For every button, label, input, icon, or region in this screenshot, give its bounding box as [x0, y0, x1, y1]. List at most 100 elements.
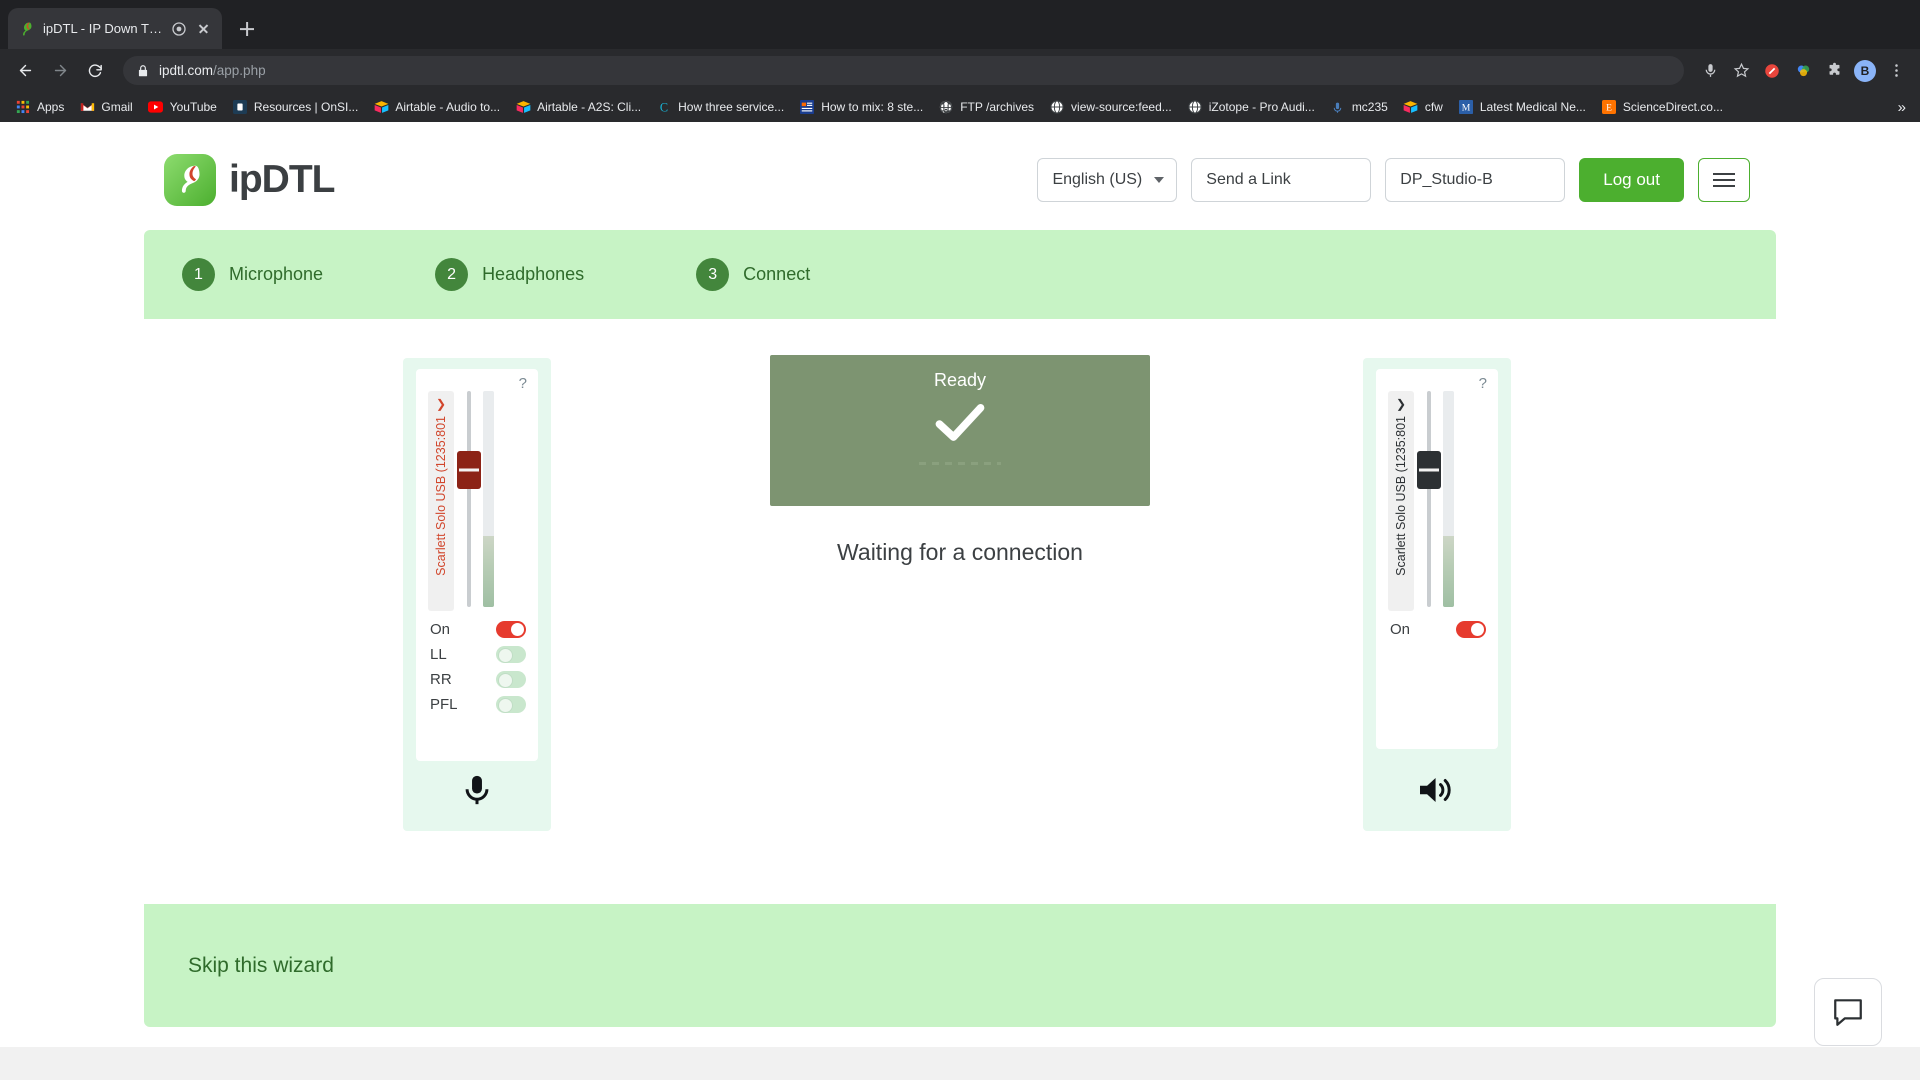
bookmark-airtable-a2s[interactable]: Airtable - A2S: Cli... [508, 96, 648, 118]
toggle-switch[interactable] [496, 621, 526, 638]
page-content: ipDTL English (US) Log out [144, 122, 1776, 1027]
connection-status-column: Ready Waiting for a connection [770, 355, 1150, 566]
toggle-switch[interactable] [496, 671, 526, 688]
profile-avatar[interactable]: B [1851, 57, 1879, 85]
reload-icon[interactable] [80, 55, 111, 86]
mic-toggle-pfl[interactable]: PFL [430, 692, 526, 717]
headphone-fader-track[interactable] [1417, 391, 1441, 607]
kebab-menu-icon[interactable] [1882, 57, 1910, 85]
mic-level-meter [483, 391, 494, 607]
step-label: Microphone [229, 264, 324, 284]
step-number: 3 [696, 258, 730, 291]
headphone-channel-strip: ? ❯ Scarlett Solo USB (1235:801 On [1363, 358, 1511, 831]
bookmark-onsi[interactable]: Resources | OnSI... [225, 96, 366, 118]
onsi-icon [232, 99, 248, 115]
hamburger-menu-button[interactable] [1698, 158, 1750, 202]
help-question-icon[interactable]: ? [1479, 375, 1487, 392]
toggle-switch[interactable] [496, 646, 526, 663]
wizard-step-headphones[interactable]: 2 Headphones [435, 258, 584, 291]
headphone-level-meter-fill [1443, 535, 1454, 607]
back-arrow-icon[interactable] [10, 55, 41, 86]
microphone-icon[interactable] [1696, 57, 1724, 85]
bookmark-label: Latest Medical Ne... [1479, 100, 1586, 114]
bookmark-label: FTP /archives [960, 100, 1035, 114]
chat-bubble-icon[interactable] [1814, 978, 1882, 1046]
language-select-value: English (US) [1052, 171, 1143, 188]
mic-toggle-rr[interactable]: RR [430, 667, 526, 692]
bookmark-label: cfw [1424, 100, 1443, 114]
ipdtl-favicon [18, 20, 35, 37]
help-question-icon[interactable]: ? [519, 375, 527, 392]
toggle-label: On [430, 621, 451, 638]
status-progress-dashes [919, 462, 1001, 465]
bookmark-sciencedirect[interactable]: E ScienceDirect.co... [1594, 96, 1730, 118]
tab-close-icon[interactable] [195, 20, 212, 37]
shield-blocked-icon[interactable] [1758, 57, 1786, 85]
headphone-toggle-list: On [1376, 609, 1498, 642]
article-icon [799, 99, 815, 115]
status-subtitle: Waiting for a connection [837, 539, 1083, 565]
bookmark-mc235[interactable]: mc235 [1323, 96, 1395, 118]
mic-level-meter-fill [483, 535, 494, 607]
mic-toggle-ll[interactable]: LL [430, 642, 526, 667]
bookmark-airtable-audio[interactable]: Airtable - Audio to... [366, 96, 507, 118]
new-tab-button[interactable] [230, 12, 264, 46]
headphone-level-meter [1443, 391, 1454, 607]
avatar-initial: B [1854, 59, 1876, 82]
bookmarks-overflow-button[interactable]: » [1892, 99, 1912, 116]
send-a-link-input[interactable] [1191, 158, 1372, 202]
mic-toggle-on[interactable]: On [430, 617, 526, 642]
bookmark-gmail[interactable]: Gmail [72, 96, 139, 118]
bookmark-how-to-mix[interactable]: How to mix: 8 ste... [792, 96, 930, 118]
toggle-switch[interactable] [496, 696, 526, 713]
bookmark-apps[interactable]: Apps [8, 96, 71, 118]
address-bar[interactable]: ipdtl.com/app.php [123, 56, 1684, 85]
mic-device-selector[interactable]: ❯ Scarlett Solo USB (1235:801 [428, 391, 454, 611]
room-name-input[interactable] [1385, 158, 1566, 202]
airtable-icon [515, 99, 531, 115]
wizard-step-connect[interactable]: 3 Connect [696, 258, 810, 291]
svg-text:C: C [660, 100, 668, 114]
url-path: /app.php [213, 63, 266, 78]
mic-fader-track[interactable] [457, 391, 481, 607]
wizard-stage: ? ❯ Scarlett Solo USB (1235:801 On LL RR… [144, 319, 1776, 904]
logout-button[interactable]: Log out [1579, 158, 1684, 202]
globe-icon [938, 99, 954, 115]
toggle-label: On [1390, 621, 1411, 638]
language-select[interactable]: English (US) [1037, 158, 1178, 202]
extension-colored-icon[interactable] [1789, 57, 1817, 85]
tab-audio-playing-icon[interactable] [171, 21, 187, 37]
bookmark-latest-medical-news[interactable]: M Latest Medical Ne... [1451, 96, 1593, 118]
bookmark-label: iZotope - Pro Audi... [1208, 100, 1315, 114]
bookmark-izotope[interactable]: iZotope - Pro Audi... [1180, 96, 1322, 118]
app-logo-text: ipDTL [229, 158, 335, 201]
wizard-step-microphone[interactable]: 1 Microphone [182, 258, 323, 291]
hamburger-bar [1713, 173, 1735, 175]
app-logo[interactable]: ipDTL [164, 154, 335, 206]
step-number: 2 [435, 258, 469, 291]
bookmark-cfw[interactable]: cfw [1396, 96, 1450, 118]
bookmark-view-source-feed[interactable]: view-source:feed... [1042, 96, 1179, 118]
mic-fader-knob[interactable] [457, 451, 481, 490]
bookmark-ftp-archives[interactable]: FTP /archives [931, 96, 1041, 118]
browser-tab-ipdtl[interactable]: ipDTL - IP Down The Line [8, 8, 222, 49]
logout-label: Log out [1603, 170, 1660, 189]
headphone-fader-knob[interactable] [1417, 451, 1441, 490]
bookmark-star-icon[interactable] [1727, 57, 1755, 85]
toggle-label: LL [430, 646, 447, 663]
extensions-puzzle-icon[interactable] [1820, 57, 1848, 85]
toggle-switch[interactable] [1456, 621, 1486, 638]
headphone-toggle-on[interactable]: On [1390, 617, 1486, 642]
svg-text:E: E [1606, 103, 1612, 114]
bookmark-label: How to mix: 8 ste... [821, 100, 924, 114]
bookmark-youtube[interactable]: YouTube [141, 96, 224, 118]
mic-device-name: Scarlett Solo USB (1235:801 [434, 416, 448, 576]
forward-arrow-icon[interactable] [45, 55, 76, 86]
page-viewport: ipDTL English (US) Log out [0, 122, 1920, 1080]
skip-wizard-link[interactable]: Skip this wizard [188, 954, 334, 978]
browser-toolbar: ipdtl.com/app.php B [0, 49, 1920, 92]
bookmark-how-three-services[interactable]: C How three service... [649, 96, 791, 118]
headphone-device-selector[interactable]: ❯ Scarlett Solo USB (1235:801 [1388, 391, 1414, 611]
speaker-volume-icon [1417, 767, 1457, 813]
apps-grid-icon [15, 99, 31, 115]
